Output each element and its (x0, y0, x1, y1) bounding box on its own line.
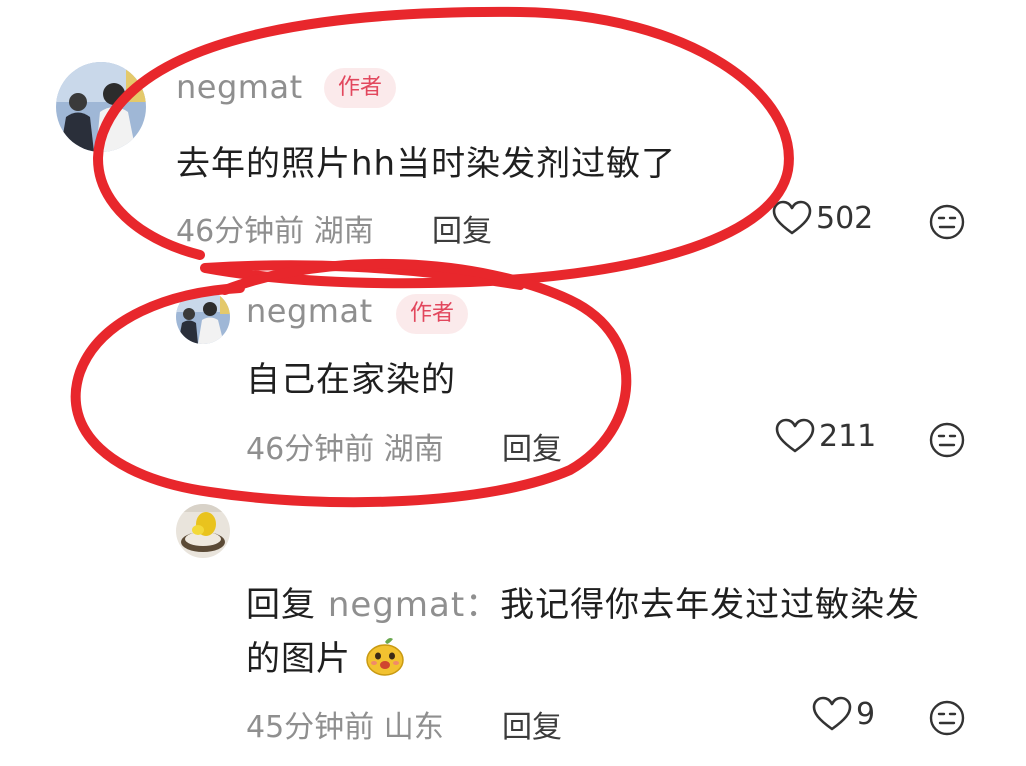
comment-2-emoji-button[interactable] (929, 422, 965, 458)
heart-outline-icon (812, 696, 852, 731)
yellow-face-emoji (366, 638, 404, 676)
comment-2-like-button[interactable]: 211 (775, 418, 876, 454)
comment-1-emoji-button[interactable] (929, 204, 965, 240)
comment-3-like-button[interactable]: 9 (812, 696, 875, 732)
comment-2-reply-button[interactable]: 回复 (502, 424, 562, 468)
neutral-face-icon (929, 422, 965, 458)
comment-1-author-badge: 作者 (324, 68, 397, 108)
comment-2-like-count: 211 (819, 418, 877, 454)
comment-3-reply-button[interactable]: 回复 (502, 702, 562, 746)
comment-3-meta: 45分钟前 山东 (246, 710, 444, 745)
comment-2-author-badge: 作者 (396, 294, 469, 334)
comment-3-text: 回复 negmat：我记得你去年发过过敏染发 的图片 (246, 578, 1006, 686)
comment-1-like-count: 502 (816, 200, 874, 236)
avatar-comment-1[interactable] (56, 62, 146, 152)
comment-1-text: 去年的照片hh当时染发剂过敏了 (176, 144, 677, 184)
comment-3-reply-prefix: 回复 (246, 585, 316, 625)
neutral-face-icon (929, 700, 965, 736)
comment-3-text-line2: 的图片 (246, 639, 351, 679)
comment-3-emoji-button[interactable] (929, 700, 965, 736)
heart-outline-icon (775, 418, 815, 453)
comment-3-reply-target[interactable]: negmat： (328, 585, 500, 625)
comment-2-text: 自己在家染的 (246, 360, 456, 400)
comment-1-meta: 46分钟前 湖南 (176, 214, 374, 249)
comment-3-text-line1: 我记得你去年发过过敏染发 (500, 585, 921, 625)
comment-1-username[interactable]: negmat (176, 68, 303, 106)
avatar-photo (56, 62, 146, 152)
comment-3-like-count: 9 (856, 696, 876, 732)
comment-1-reply-button[interactable]: 回复 (432, 206, 492, 250)
heart-outline-icon (772, 200, 812, 235)
comment-2-meta: 46分钟前 湖南 (246, 432, 444, 467)
avatar-photo (176, 504, 230, 558)
comment-2-username[interactable]: negmat (246, 292, 373, 330)
avatar-comment-2[interactable] (176, 290, 230, 344)
avatar-comment-3[interactable] (176, 504, 230, 558)
neutral-face-icon (929, 204, 965, 240)
comment-1-like-button[interactable]: 502 (772, 200, 873, 236)
avatar-photo (176, 290, 230, 344)
